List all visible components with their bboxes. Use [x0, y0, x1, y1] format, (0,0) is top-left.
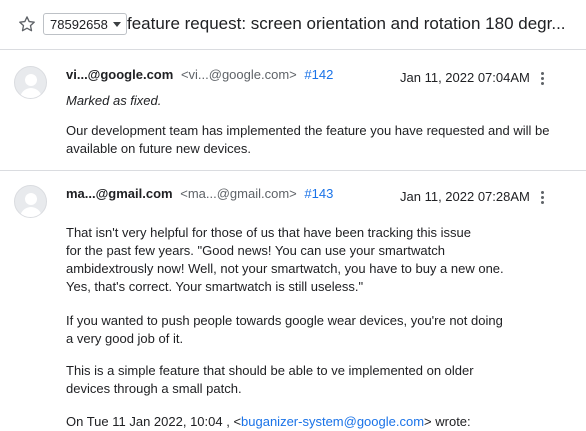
issue-header: 78592658 feature request: screen orienta… — [0, 0, 586, 50]
comment-author-line: vi...@google.com <vi...@google.com> #142 — [66, 67, 333, 82]
issue-title: feature request: screen orientation and … — [127, 14, 566, 33]
avatar — [14, 66, 47, 99]
comment-divider — [0, 170, 586, 171]
quoted-email-link[interactable]: buganizer-system@google.com — [241, 414, 424, 429]
comment-body: Our development team has implemented the… — [66, 123, 550, 156]
comment-paragraph: If you wanted to push people towards goo… — [66, 313, 503, 346]
issue-id-dropdown[interactable]: 78592658 — [43, 13, 127, 35]
author-email: <ma...@gmail.com> — [180, 186, 297, 201]
more-vert-icon[interactable] — [536, 70, 548, 88]
chevron-down-icon — [112, 21, 121, 27]
star-icon[interactable] — [17, 14, 37, 34]
author-name: vi...@google.com — [66, 67, 174, 82]
avatar — [14, 185, 47, 218]
comment-author-line: ma...@gmail.com <ma...@gmail.com> #143 — [66, 186, 333, 201]
comment-timestamp: Jan 11, 2022 07:28AM — [400, 189, 530, 204]
comment-paragraph: This is a simple feature that should be … — [66, 363, 474, 396]
comment-status: Marked as fixed. — [66, 93, 162, 108]
comment-number-link[interactable]: #142 — [304, 67, 333, 82]
comment-number-link[interactable]: #143 — [304, 186, 333, 201]
comment-timestamp: Jan 11, 2022 07:04AM — [400, 70, 530, 85]
comment-paragraph: That isn't very helpful for those of us … — [66, 225, 504, 294]
author-email: <vi...@google.com> — [180, 67, 297, 82]
author-name: ma...@gmail.com — [66, 186, 173, 201]
more-vert-icon[interactable] — [536, 189, 548, 207]
issue-id: 78592658 — [50, 16, 108, 32]
quoted-reply-header: On Tue 11 Jan 2022, 10:04 , <buganizer-s… — [66, 414, 471, 429]
